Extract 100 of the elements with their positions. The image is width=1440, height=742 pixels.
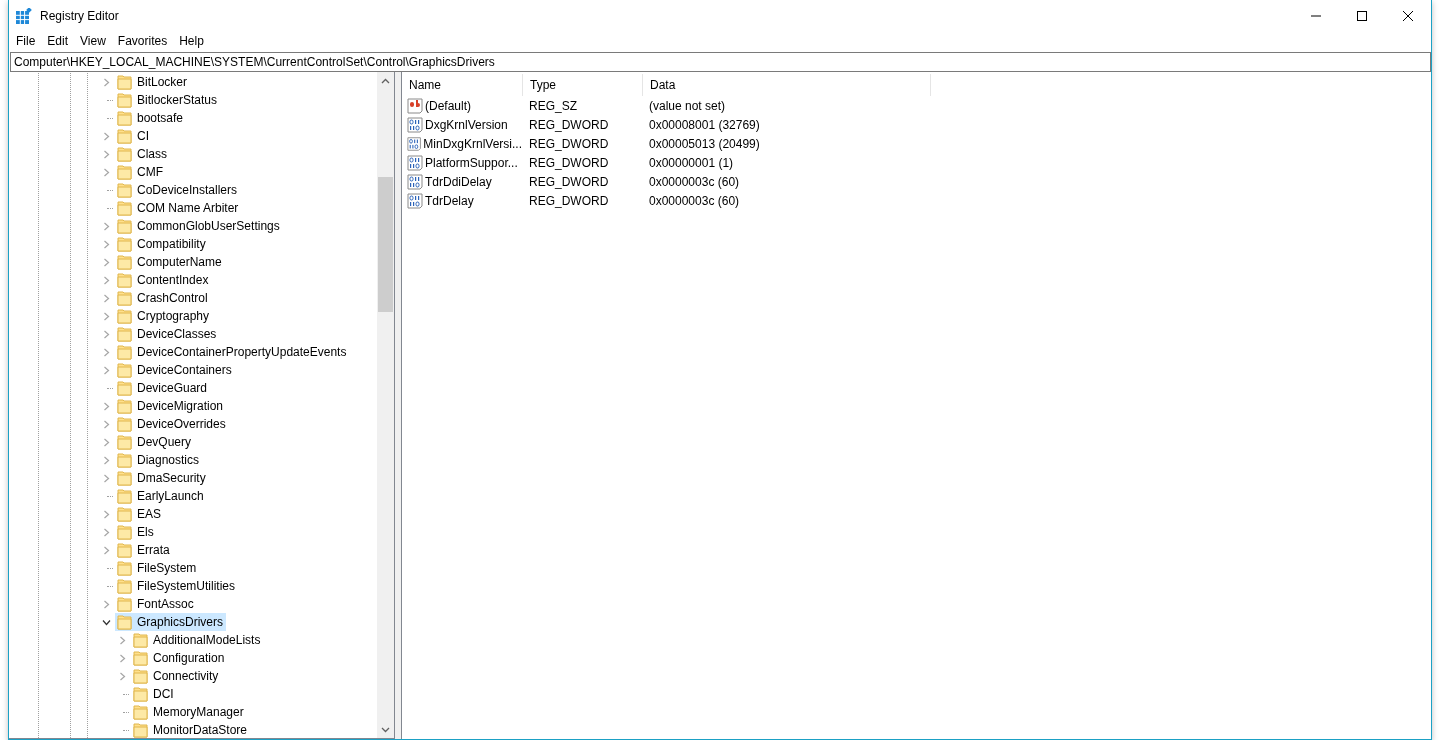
tree-item[interactable]: Configuration bbox=[131, 649, 228, 667]
tree-item[interactable]: COM Name Arbiter bbox=[115, 199, 242, 217]
tree-item[interactable]: Cryptography bbox=[115, 307, 213, 325]
menu-item[interactable]: Edit bbox=[41, 34, 75, 48]
tree-item[interactable]: MonitorDataStore bbox=[131, 721, 251, 738]
chevron-right-icon[interactable] bbox=[102, 131, 111, 141]
vertical-scrollbar[interactable] bbox=[377, 72, 394, 738]
folder-icon bbox=[117, 470, 132, 486]
value-name[interactable]: MinDxgKrnlVersi... bbox=[423, 136, 522, 151]
chevron-right-icon[interactable] bbox=[102, 347, 111, 357]
folder-icon bbox=[117, 110, 132, 126]
tree-item[interactable]: Class bbox=[115, 145, 170, 163]
scroll-up-icon[interactable] bbox=[381, 77, 390, 84]
tree-item[interactable]: CrashControl bbox=[115, 289, 211, 307]
tree-item[interactable]: Els bbox=[115, 523, 157, 541]
chevron-right-icon[interactable] bbox=[102, 149, 111, 159]
tree-item[interactable]: Connectivity bbox=[131, 667, 222, 685]
chevron-right-icon[interactable] bbox=[102, 527, 111, 537]
chevron-right-icon[interactable] bbox=[118, 635, 127, 645]
chevron-right-icon[interactable] bbox=[102, 365, 111, 375]
folder-icon bbox=[117, 128, 132, 144]
chevron-right-icon[interactable] bbox=[102, 239, 111, 249]
value-name[interactable]: (Default) bbox=[425, 98, 471, 113]
close-icon bbox=[1403, 10, 1413, 21]
menu-item[interactable]: Help bbox=[173, 34, 210, 48]
tree-item[interactable]: EAS bbox=[115, 505, 164, 523]
chevron-right-icon[interactable] bbox=[102, 311, 111, 321]
folder-icon bbox=[117, 164, 132, 180]
folder-icon bbox=[133, 722, 148, 738]
value-data: 0x0000003c (60) bbox=[648, 193, 741, 208]
value-type: REG_DWORD bbox=[528, 193, 610, 208]
chevron-right-icon[interactable] bbox=[102, 545, 111, 555]
tree-item[interactable]: MemoryManager bbox=[131, 703, 247, 721]
scroll-down-icon[interactable] bbox=[381, 726, 390, 733]
tree-item[interactable]: DeviceContainerPropertyUpdateEvents bbox=[115, 343, 350, 361]
chevron-right-icon[interactable] bbox=[102, 401, 111, 411]
tree-item[interactable]: DeviceMigration bbox=[115, 397, 227, 415]
tree-item[interactable]: FileSystemUtilities bbox=[115, 577, 238, 595]
tree-item[interactable]: CMF bbox=[115, 163, 166, 181]
folder-icon bbox=[117, 308, 132, 324]
column-header[interactable]: Type bbox=[523, 74, 643, 96]
string-value-icon bbox=[407, 97, 423, 114]
chevron-down-icon[interactable] bbox=[102, 617, 111, 627]
tree-item[interactable]: DeviceOverrides bbox=[115, 415, 229, 433]
chevron-right-icon[interactable] bbox=[102, 419, 111, 429]
tree-item[interactable]: EarlyLaunch bbox=[115, 487, 207, 505]
chevron-right-icon[interactable] bbox=[102, 257, 111, 267]
tree-item[interactable]: FileSystem bbox=[115, 559, 200, 577]
tree-item[interactable]: DeviceGuard bbox=[115, 379, 211, 397]
tree-item[interactable]: bootsafe bbox=[115, 109, 187, 127]
folder-icon bbox=[117, 506, 132, 522]
chevron-right-icon[interactable] bbox=[102, 293, 111, 303]
chevron-right-icon[interactable] bbox=[102, 473, 111, 483]
tree-item[interactable]: BitlockerStatus bbox=[115, 91, 221, 109]
address-field[interactable]: Computer\HKEY_LOCAL_MACHINE\SYSTEM\CurrentControlSet\Control\GraphicsDrivers bbox=[10, 52, 1431, 72]
chevron-right-icon[interactable] bbox=[118, 671, 127, 681]
tree-item[interactable]: FontAssoc bbox=[115, 595, 197, 613]
tree-item[interactable]: DevQuery bbox=[115, 433, 195, 451]
tree-item[interactable]: AdditionalModeLists bbox=[131, 631, 264, 649]
menu-item[interactable]: Favorites bbox=[111, 34, 174, 48]
value-name[interactable]: TdrDelay bbox=[425, 193, 474, 208]
menu-item[interactable]: View bbox=[74, 34, 112, 48]
app-icon bbox=[16, 7, 32, 24]
folder-icon bbox=[133, 704, 148, 720]
tree-item[interactable]: Errata bbox=[115, 541, 173, 559]
value-data: 0x00005013 (20499) bbox=[648, 136, 761, 151]
chevron-right-icon[interactable] bbox=[102, 221, 111, 231]
value-name[interactable]: TdrDdiDelay bbox=[425, 174, 492, 189]
chevron-right-icon[interactable] bbox=[102, 77, 111, 87]
value-name[interactable]: PlatformSuppor... bbox=[425, 155, 518, 170]
tree-item[interactable]: CommonGlobUserSettings bbox=[115, 217, 283, 235]
chevron-right-icon[interactable] bbox=[102, 599, 111, 609]
column-header[interactable]: Data bbox=[643, 74, 931, 96]
chevron-right-icon[interactable] bbox=[102, 275, 111, 285]
chevron-right-icon[interactable] bbox=[102, 437, 111, 447]
tree-item[interactable]: Diagnostics bbox=[115, 451, 203, 469]
folder-icon bbox=[117, 182, 132, 198]
folder-icon bbox=[117, 272, 132, 288]
tree-item[interactable]: BitLocker bbox=[115, 73, 191, 91]
scrollbar-thumb[interactable] bbox=[378, 177, 393, 312]
tree-item[interactable]: Compatibility bbox=[115, 235, 209, 253]
tree-item[interactable]: ContentIndex bbox=[115, 271, 212, 289]
value-name[interactable]: DxgKrnlVersion bbox=[425, 117, 508, 132]
chevron-right-icon[interactable] bbox=[102, 509, 111, 519]
tree-item[interactable]: ComputerName bbox=[115, 253, 225, 271]
chevron-right-icon[interactable] bbox=[102, 167, 111, 177]
menu-item[interactable]: File bbox=[10, 34, 42, 48]
chevron-right-icon[interactable] bbox=[118, 653, 127, 663]
folder-icon bbox=[117, 596, 132, 612]
tree-item[interactable]: CI bbox=[115, 127, 152, 145]
chevron-right-icon[interactable] bbox=[102, 455, 111, 465]
chevron-right-icon[interactable] bbox=[102, 329, 111, 339]
column-header[interactable]: Name bbox=[402, 74, 523, 96]
tree-item[interactable]: DCI bbox=[131, 685, 177, 703]
tree-item[interactable]: CoDeviceInstallers bbox=[115, 181, 241, 199]
tree-item[interactable]: GraphicsDrivers bbox=[115, 613, 226, 631]
folder-icon bbox=[117, 92, 132, 108]
tree-item[interactable]: DeviceContainers bbox=[115, 361, 235, 379]
tree-item[interactable]: DmaSecurity bbox=[115, 469, 209, 487]
tree-item[interactable]: DeviceClasses bbox=[115, 325, 220, 343]
